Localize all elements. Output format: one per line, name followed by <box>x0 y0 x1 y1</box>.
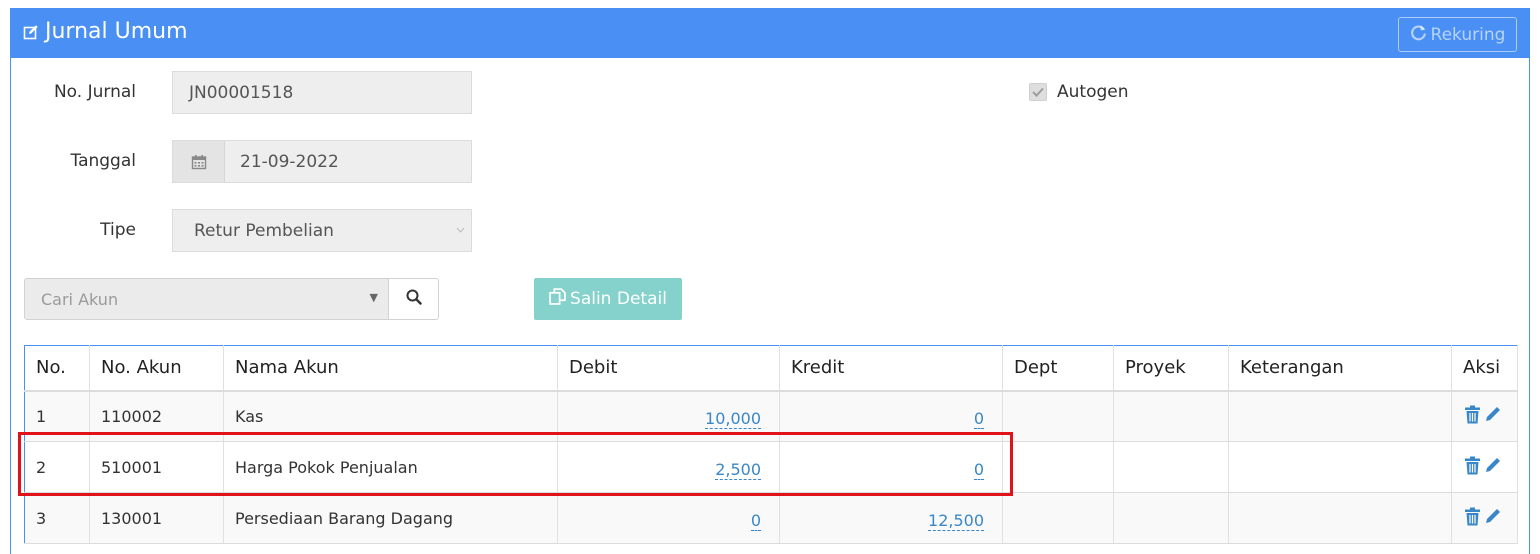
cell-keterangan <box>1228 441 1452 493</box>
salin-detail-button[interactable]: Salin Detail <box>534 278 682 320</box>
kredit-editable[interactable]: 12,500 <box>928 511 984 531</box>
cell-aksi <box>1451 390 1518 442</box>
no-jurnal-label: No. Jurnal <box>53 82 136 102</box>
search-icon <box>406 289 422 309</box>
kredit-editable[interactable]: 0 <box>973 409 984 430</box>
col-header-no: No. <box>24 345 90 392</box>
cell-no: 3 <box>24 492 90 544</box>
cell-no-akun: 130001 <box>89 492 224 544</box>
table-header-row: No. No. Akun Nama Akun Debit Kredit Dept… <box>24 345 1518 392</box>
search-button[interactable] <box>388 278 439 320</box>
table-row: 2 510001 Harga Pokok Penjualan 2,500 0 <box>24 441 1518 493</box>
debit-editable[interactable]: 0 <box>750 511 761 531</box>
cell-no-akun: 510001 <box>89 441 224 493</box>
refresh-icon <box>1410 24 1427 46</box>
col-header-keterangan: Keterangan <box>1228 345 1452 392</box>
cell-no-akun: 110002 <box>89 390 224 442</box>
cell-kredit: 12,500 <box>779 492 1003 544</box>
cell-no: 1 <box>24 390 90 442</box>
cell-debit: 10,000 <box>557 390 780 442</box>
trash-icon[interactable] <box>1464 405 1481 428</box>
tanggal-value: 21-09-2022 <box>240 151 339 172</box>
col-header-dept: Dept <box>1002 345 1114 392</box>
cari-akun-placeholder: Cari Akun <box>41 289 119 309</box>
tanggal-field[interactable]: 21-09-2022 <box>172 140 472 183</box>
trash-icon[interactable] <box>1464 507 1481 530</box>
page-title-text: Jurnal Umum <box>45 19 188 44</box>
cell-nama-akun: Persediaan Barang Dagang <box>223 492 558 544</box>
salin-detail-label: Salin Detail <box>570 289 667 309</box>
cell-proyek <box>1113 390 1229 442</box>
cell-nama-akun: Harga Pokok Penjualan <box>223 441 558 493</box>
cari-akun-select[interactable]: Cari Akun ▼ <box>24 278 389 320</box>
edit-icon <box>23 24 39 40</box>
caret-down-icon: ▼ <box>369 291 378 304</box>
rekuring-button[interactable]: Rekuring <box>1398 17 1517 52</box>
cell-dept <box>1002 441 1114 493</box>
tipe-select[interactable]: Retur Pembelian <box>172 209 472 252</box>
pencil-icon[interactable] <box>1484 507 1502 529</box>
check-icon[interactable] <box>1029 83 1047 101</box>
cell-keterangan <box>1228 492 1452 544</box>
kredit-editable[interactable]: 0 <box>973 460 984 480</box>
cell-no: 2 <box>24 441 90 493</box>
cell-debit: 2,500 <box>557 441 780 493</box>
rekuring-label: Rekuring <box>1430 24 1506 45</box>
cell-kredit: 0 <box>779 441 1003 493</box>
autogen-checkbox[interactable]: Autogen <box>1029 82 1129 102</box>
cell-dept <box>1002 390 1114 442</box>
panel-header: Jurnal Umum Rekuring <box>11 9 1529 58</box>
table-row: 3 130001 Persediaan Barang Dagang 0 12,5… <box>24 492 1518 544</box>
pencil-icon[interactable] <box>1484 456 1502 478</box>
col-header-aksi: Aksi <box>1451 345 1518 392</box>
cell-keterangan <box>1228 390 1452 442</box>
no-jurnal-field[interactable]: JN00001518 <box>172 71 472 114</box>
col-header-nama-akun: Nama Akun <box>223 345 558 392</box>
cell-kredit: 0 <box>779 390 1003 442</box>
no-jurnal-value: JN00001518 <box>189 82 294 103</box>
cell-debit: 0 <box>557 492 780 544</box>
col-header-proyek: Proyek <box>1113 345 1229 392</box>
tipe-label: Tipe <box>100 220 136 240</box>
calendar-icon[interactable] <box>173 141 225 182</box>
cell-aksi <box>1451 492 1518 544</box>
cell-proyek <box>1113 492 1229 544</box>
cell-dept <box>1002 492 1114 544</box>
autogen-label: Autogen <box>1057 82 1129 102</box>
pencil-icon[interactable] <box>1484 405 1502 427</box>
copy-icon <box>549 288 566 310</box>
cell-nama-akun: Kas <box>223 390 558 442</box>
jurnal-detail-table: No. No. Akun Nama Akun Debit Kredit Dept… <box>24 345 1518 544</box>
debit-editable[interactable]: 10,000 <box>705 409 761 430</box>
tanggal-label: Tanggal <box>70 151 137 171</box>
trash-icon[interactable] <box>1464 456 1481 479</box>
col-header-no-akun: No. Akun <box>89 345 224 392</box>
col-header-debit: Debit <box>557 345 780 392</box>
col-header-kredit: Kredit <box>779 345 1003 392</box>
cell-aksi <box>1451 441 1518 493</box>
page-title: Jurnal Umum <box>23 19 188 44</box>
chevron-down-icon <box>456 225 465 236</box>
tipe-value: Retur Pembelian <box>194 220 334 241</box>
debit-editable[interactable]: 2,500 <box>715 460 761 480</box>
cell-proyek <box>1113 441 1229 493</box>
table-row: 1 110002 Kas 10,000 0 <box>24 390 1518 442</box>
